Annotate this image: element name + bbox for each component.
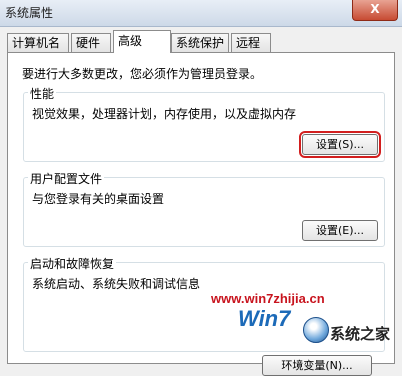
performance-title: 性能	[28, 85, 57, 102]
performance-group: 性能 视觉效果，处理器计划，内存使用，以及虚拟内存 设置(S)...	[23, 85, 385, 162]
tab-computer-name[interactable]: 计算机名	[7, 33, 69, 52]
watermark-logo: Win7	[238, 306, 291, 331]
tab-remote[interactable]: 远程	[231, 33, 271, 52]
performance-description: 视觉效果，处理器计划，内存使用，以及虚拟内存	[32, 107, 297, 121]
startup-recovery-description: 系统启动、系统失败和调试信息	[32, 277, 201, 291]
startup-recovery-title: 启动和故障恢复	[28, 255, 117, 272]
user-profiles-group: 用户配置文件 与您登录有关的桌面设置 设置(E)...	[23, 170, 385, 247]
environment-variables-button[interactable]: 环境变量(N)...	[262, 355, 372, 376]
tab-advanced[interactable]: 高级	[113, 30, 171, 53]
close-button[interactable]: X	[352, 0, 398, 21]
tab-hardware[interactable]: 硬件	[71, 33, 111, 52]
tab-system-protection[interactable]: 系统保护	[171, 33, 229, 52]
user-profiles-settings-button[interactable]: 设置(E)...	[302, 220, 378, 241]
title-bar: 系统属性 X	[0, 0, 402, 27]
user-profiles-description: 与您登录有关的桌面设置	[32, 192, 165, 206]
watermark-emblem-icon	[303, 317, 329, 343]
user-profiles-title: 用户配置文件	[28, 170, 105, 187]
admin-notice: 要进行大多数更改，您必须作为管理员登录。	[22, 67, 263, 81]
watermark-site-name: 系统之家	[330, 326, 391, 343]
performance-settings-button[interactable]: 设置(S)...	[299, 131, 381, 158]
window-title: 系统属性	[5, 6, 54, 20]
watermark-url: www.win7zhijia.cn	[211, 291, 325, 306]
